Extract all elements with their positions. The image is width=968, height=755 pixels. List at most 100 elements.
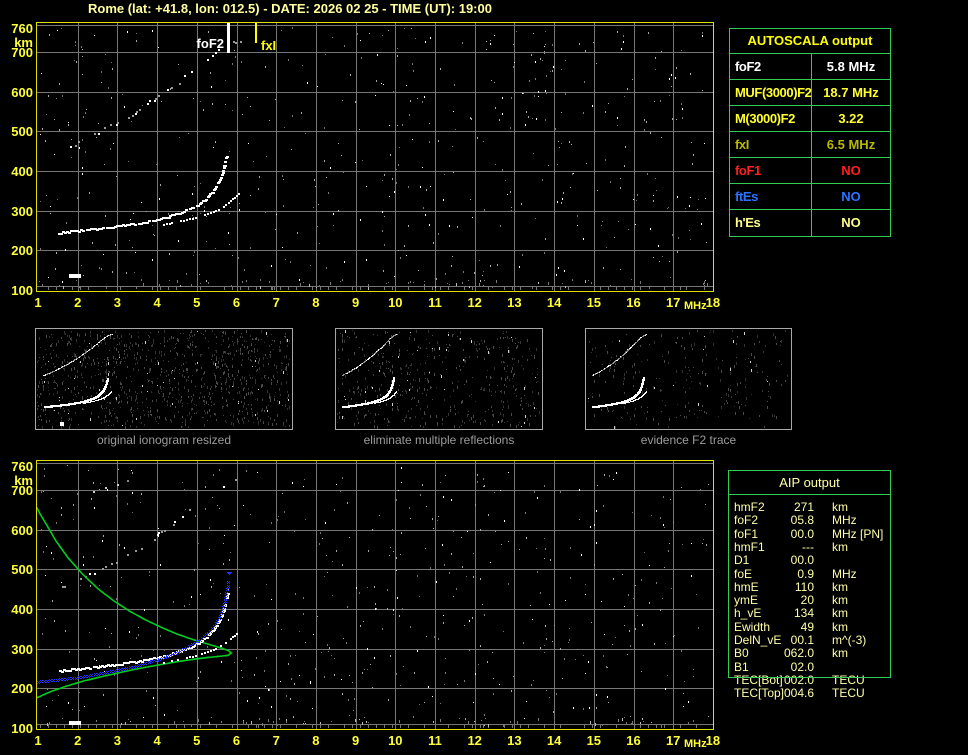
aip-row-foE: foE 0.9 MHz xyxy=(728,566,891,581)
autoscala-param-label: MUF(3000)F2 xyxy=(730,80,812,105)
aip-param-value: 062.0 xyxy=(783,646,814,661)
aip-row-ymE: ymE 20 km xyxy=(728,593,891,608)
x-tick-label: 10 xyxy=(388,295,403,310)
x-tick-label: 13 xyxy=(507,295,522,310)
x-tick-label: 12 xyxy=(467,733,482,748)
aip-param-unit: km xyxy=(832,619,848,634)
autoscala-param-label: h'Es xyxy=(730,210,812,236)
aip-row-hmF2: hmF2 271 km xyxy=(728,500,891,514)
thumbnail-caption-evidence: evidence F2 trace xyxy=(640,433,737,447)
aip-param-value: 271 xyxy=(793,500,814,514)
autoscala-param-value: NO xyxy=(841,189,861,204)
thumbnail-eliminate-reflections xyxy=(335,328,543,430)
x-tick-label: 8 xyxy=(312,295,320,310)
foF2-marker-label: foF2 xyxy=(196,36,224,51)
aip-param-unit: km xyxy=(832,606,848,621)
aip-param-value: 002.0 xyxy=(783,672,814,687)
autoscala-row-foF2: foF2 5.8 MHz xyxy=(730,54,890,80)
autoscala-table-header: AUTOSCALA output xyxy=(730,29,890,54)
aip-row-foF2: foF2 05.8 MHz xyxy=(728,513,891,528)
y-tick-label: 600 xyxy=(11,522,33,538)
aip-param-unit: km xyxy=(832,579,848,594)
thumbnail-original-ionogram xyxy=(35,328,293,430)
x-tick-label: 16 xyxy=(626,295,641,310)
y-tick-label: 200 xyxy=(11,243,33,259)
aip-param-unit: TECU xyxy=(832,672,865,687)
x-tick-label: 3 xyxy=(113,295,121,310)
aip-param-value: 00.0 xyxy=(790,553,814,568)
aip-param-label: B0 xyxy=(734,646,749,661)
aip-param-value: 004.6 xyxy=(783,686,814,701)
aip-param-unit: km xyxy=(832,539,848,554)
aip-row-h_vE: h_vE 134 km xyxy=(728,606,891,621)
top-ionogram-canvas xyxy=(36,22,714,292)
aip-param-label: h_vE xyxy=(734,606,762,621)
y-tick-label: 700 xyxy=(11,44,33,60)
aip-param-label: foE xyxy=(734,566,753,581)
autoscala-param-label: foF2 xyxy=(730,54,812,79)
aip-row-TEC[Bot]: TEC[Bot] 002.0 TECU xyxy=(728,672,891,687)
aip-param-label: hmF1 xyxy=(734,539,765,554)
aip-param-unit: MHz xyxy=(832,566,857,581)
y-tick-label: 500 xyxy=(11,562,33,578)
x-tick-label: 1 xyxy=(34,295,42,310)
x-tick-label: 11 xyxy=(428,295,442,310)
y-tick-label: 700 xyxy=(11,482,33,498)
x-tick-label: 16 xyxy=(626,733,641,748)
autoscala-output-table: AUTOSCALA output foF2 5.8 MHz MUF(3000)F2 1… xyxy=(729,28,891,237)
x-tick-label: 2 xyxy=(74,733,82,748)
y-tick-label: 760 xyxy=(11,21,33,37)
aip-param-label: foF1 xyxy=(734,526,759,541)
x-tick-label: 7 xyxy=(272,295,280,310)
y-tick-label: 300 xyxy=(11,203,33,219)
fxI-marker-label: fxI xyxy=(261,38,277,53)
autoscala-table-rows: foF2 5.8 MHz MUF(3000)F2 18.7 MHz M(3000)F2 3… xyxy=(730,54,890,236)
x-tick-label: 10 xyxy=(388,733,403,748)
aip-param-label: foF2 xyxy=(734,513,759,528)
autoscala-param-label: foF1 xyxy=(730,158,812,183)
x-tick-label: 6 xyxy=(232,733,241,748)
autoscala-param-label: M(3000)F2 xyxy=(730,106,812,131)
autoscala-row-MUF(3000)F2: MUF(3000)F2 18.7 MHz xyxy=(730,80,890,106)
autoscala-row-foF1: foF1 NO xyxy=(730,158,890,184)
aip-param-value: 134 xyxy=(793,606,814,621)
aip-param-value: 0.9 xyxy=(797,566,814,581)
aip-param-unit: m^(-3) xyxy=(832,633,867,647)
thumbnail-evidence-f2-trace xyxy=(585,328,792,430)
aip-row-DelN_vE: DelN_vE 00.1 m^(-3) xyxy=(728,633,891,647)
page-title: Rome (lat: +41.8, lon: 012.5) - DATE: 20… xyxy=(88,1,492,16)
aip-param-unit: km xyxy=(832,500,848,514)
y-tick-label: 500 xyxy=(11,124,33,140)
aip-param-value: 20 xyxy=(800,593,814,608)
x-tick-label: 15 xyxy=(586,295,602,310)
aip-param-unit: MHz xyxy=(832,526,857,541)
aip-param-value: 02.0 xyxy=(790,659,814,674)
autoscala-param-label: fxI xyxy=(730,132,812,157)
aip-table-header: AIP output xyxy=(729,471,890,495)
x-tick-label: 14 xyxy=(546,295,562,310)
x-tick-label: 6 xyxy=(232,295,241,310)
x-tick-label: 7 xyxy=(272,733,280,748)
y-tick-label: 400 xyxy=(11,163,33,179)
aip-param-value: 00.0 xyxy=(790,526,814,541)
x-tick-label: 15 xyxy=(586,733,602,748)
x-tick-label: 12 xyxy=(467,295,482,310)
aip-param-label: Ewidth xyxy=(734,619,771,634)
aip-row-hmF1: hmF1 --- km xyxy=(728,539,891,554)
aip-param-value: --- xyxy=(802,539,814,554)
aip-param-label: D1 xyxy=(734,553,750,568)
x-tick-label: 3 xyxy=(113,733,121,748)
aip-param-label: B1 xyxy=(734,659,749,674)
thumbnail-caption-eliminate: eliminate multiple reflections xyxy=(363,433,515,447)
y-tick-label: 600 xyxy=(11,84,33,100)
autoscala-param-value: NO xyxy=(841,215,861,230)
autoscala-param-label: ftEs xyxy=(730,184,812,209)
aip-row-foF1: foF1 00.0 MHz [PN] xyxy=(728,526,891,541)
x-axis-unit-label: MHz xyxy=(684,738,707,750)
aip-row-TEC[Top]: TEC[Top] 004.6 TECU xyxy=(728,686,891,701)
aip-param-value: 05.8 xyxy=(790,513,814,528)
aip-param-unit: km xyxy=(832,593,848,608)
aip-row-D1: D1 00.0 xyxy=(728,553,891,568)
x-tick-label: 4 xyxy=(153,295,161,310)
y-tick-label: 400 xyxy=(11,601,33,617)
